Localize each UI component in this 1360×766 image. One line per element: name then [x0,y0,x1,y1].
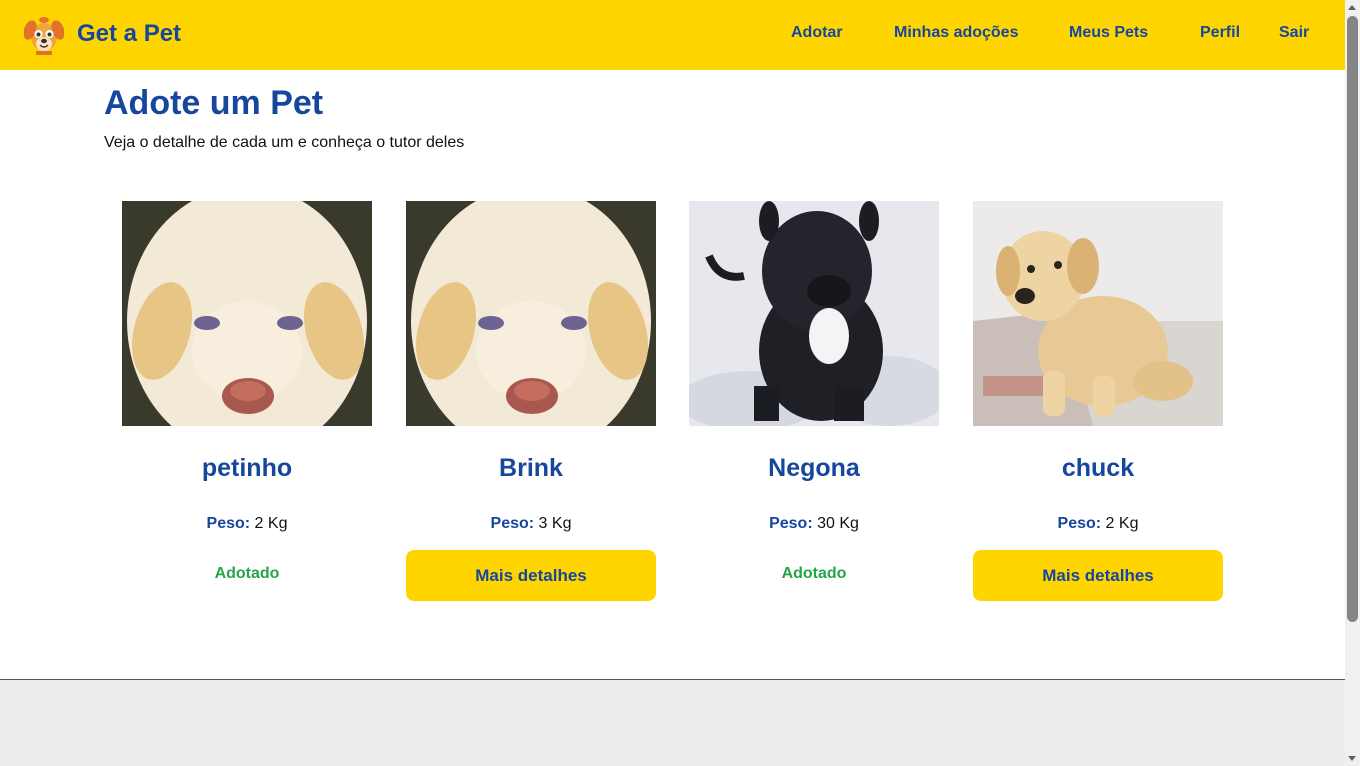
pet-weight: Peso: 3 Kg [406,515,656,533]
weight-label: Peso: [1057,515,1102,532]
pet-photo [406,201,656,426]
nav-link-profile[interactable]: Perfil [1200,24,1240,42]
weight-label: Peso: [769,515,813,532]
scroll-thumb[interactable] [1347,16,1358,622]
pet-name: chuck [1061,454,1135,482]
nav-link-logout[interactable]: Sair [1279,24,1309,42]
adopted-status: Adotado [214,565,280,582]
nav-link-adopt[interactable]: Adotar [791,24,843,42]
weight-value: 2 Kg [254,515,288,532]
details-button[interactable]: Mais detalhes [973,550,1223,601]
weight-value: 30 Kg [817,515,859,532]
pet-card: chuck Peso: 2 Kg Mais detalhes [973,201,1223,611]
pet-name: Negona [768,454,860,482]
dog-face-icon [24,17,64,55]
pet-photo [122,201,372,426]
footer [0,679,1345,766]
pet-card: Brink Peso: 3 Kg Mais detalhes [406,201,656,611]
page-title: Adote um Pet [104,84,324,122]
scroll-down-arrow-icon[interactable] [1348,756,1356,761]
pet-weight: Peso: 2 Kg [973,515,1223,533]
brand-title: Get a Pet [77,20,182,47]
pet-photo [689,201,939,426]
navbar: Get a Pet Adotar Minhas adoções Meus Pet… [0,0,1345,70]
brand[interactable]: Get a Pet [24,13,181,55]
page-subtitle: Veja o detalhe de cada um e conheça o tu… [104,134,465,151]
pet-weight: Peso: 2 Kg [122,515,372,533]
adopted-status: Adotado [781,565,847,582]
scroll-up-arrow-icon[interactable] [1348,5,1356,10]
page-scrollbar[interactable] [1345,0,1360,766]
pet-card: petinho Peso: 2 Kg Adotado [122,201,372,611]
weight-label: Peso: [206,515,251,532]
weight-label: Peso: [490,515,535,532]
pet-name: Brink [499,454,563,482]
details-button[interactable]: Mais detalhes [406,550,656,601]
nav-link-my-adoptions[interactable]: Minhas adoções [894,24,1018,42]
pet-card: Negona Peso: 30 Kg Adotado [689,201,939,611]
pet-weight: Peso: 30 Kg [689,515,939,533]
weight-value: 3 Kg [538,515,572,532]
weight-value: 2 Kg [1105,515,1139,532]
nav-link-my-pets[interactable]: Meus Pets [1069,24,1148,42]
pet-name: petinho [201,454,293,482]
pet-photo [973,201,1223,426]
